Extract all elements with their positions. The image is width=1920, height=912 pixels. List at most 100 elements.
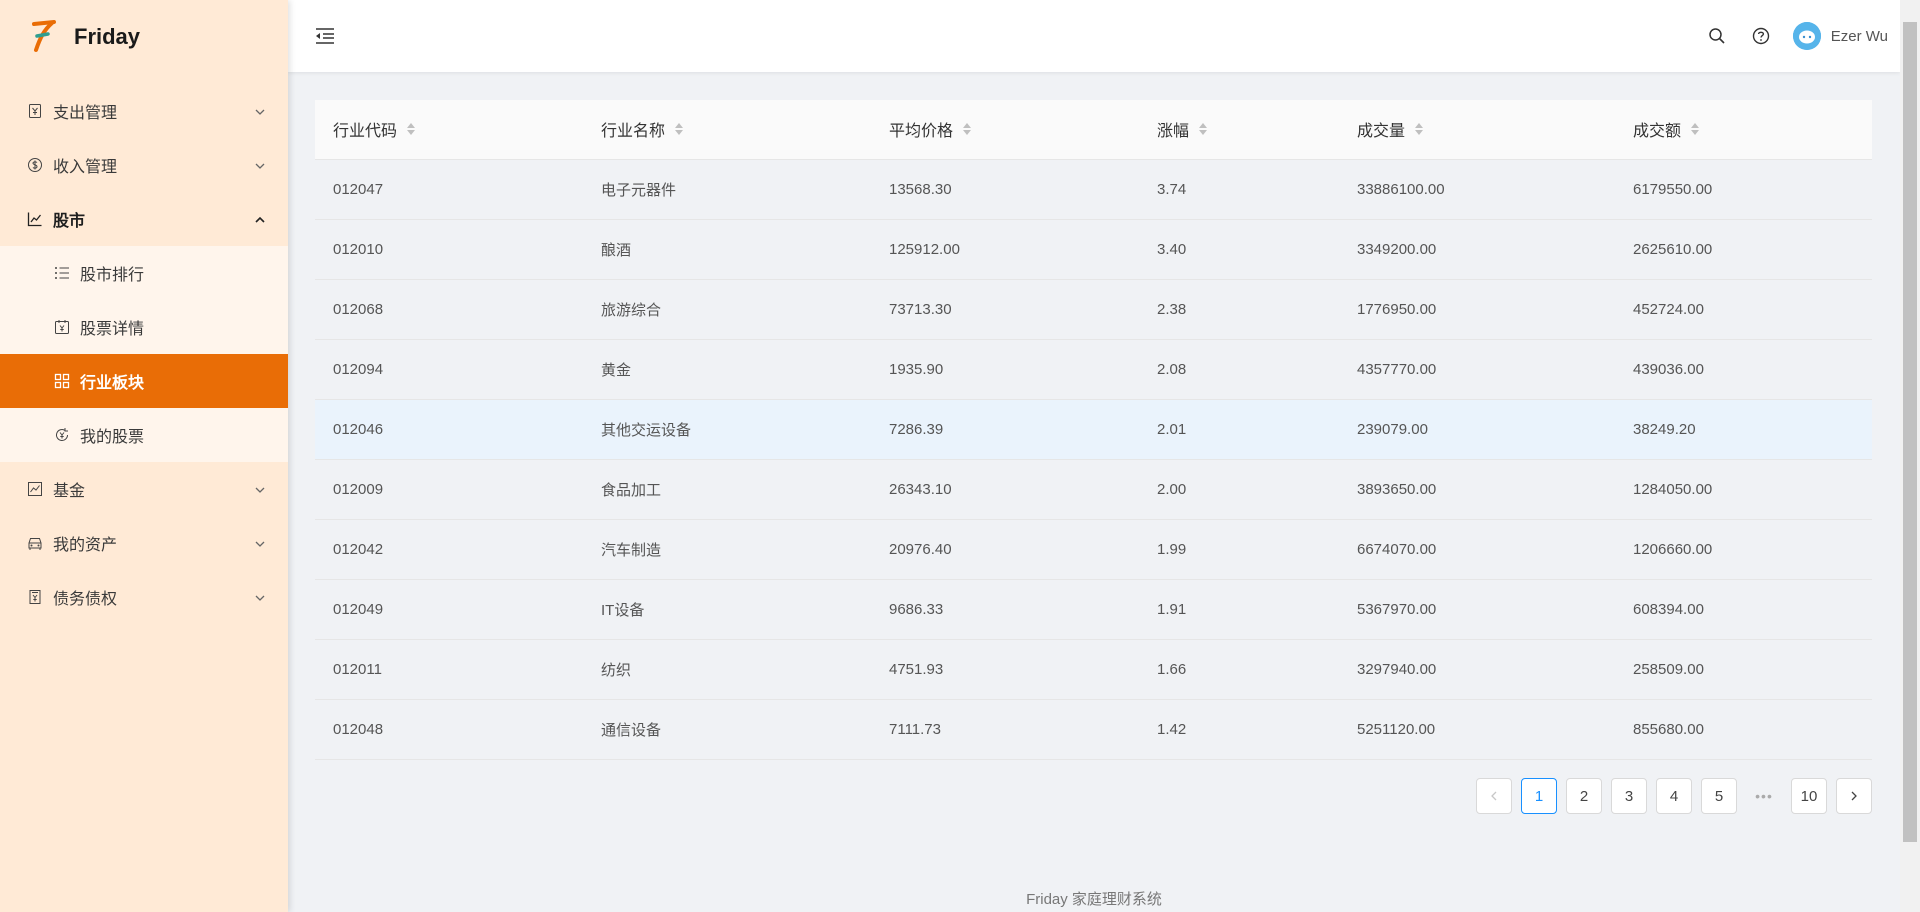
table-cell: 5251120.00 <box>1339 699 1615 760</box>
sidebar-item-income[interactable]: 收入管理 <box>0 138 288 192</box>
table-row[interactable]: 012009 食品加工 26343.10 2.00 3893650.00 1284050.… <box>315 459 1872 520</box>
table-row[interactable]: 012049 IT设备 9686.33 1.91 5367970.00 608394.00 <box>315 579 1872 640</box>
line-chart-icon <box>27 211 43 227</box>
page-5-button[interactable]: 5 <box>1701 778 1737 814</box>
sidebar-item-my-assets[interactable]: 我的资产 <box>0 516 288 570</box>
page-2-button[interactable]: 2 <box>1566 778 1602 814</box>
table-row[interactable]: 012010 酿酒 125912.00 3.40 3349200.00 2625610.0… <box>315 219 1872 280</box>
column-header-industry-name[interactable]: 行业名称 <box>583 100 871 160</box>
column-header-label: 行业名称 <box>601 123 666 141</box>
table-cell: 6179550.00 <box>1615 159 1872 220</box>
sidebar-item-label: 支出管理 <box>53 105 118 122</box>
table-cell: 012011 <box>315 639 583 700</box>
chevron-down-icon <box>254 537 266 549</box>
table-cell: 旅游综合 <box>583 279 871 340</box>
sidebar-item-stock-ranking[interactable]: 股市排行 <box>0 246 288 300</box>
menu-fold-icon[interactable] <box>314 26 336 46</box>
sidebar-item-label: 我的资产 <box>53 537 118 554</box>
friday-logo-icon <box>30 18 58 57</box>
sidebar-item-debt[interactable]: 债务债权 <box>0 570 288 624</box>
sidebar-item-stock-market[interactable]: 股市 <box>0 192 288 246</box>
sort-icon[interactable] <box>1199 122 1208 136</box>
table-cell: 33886100.00 <box>1339 159 1615 220</box>
car-icon <box>27 535 43 551</box>
table-cell: 012042 <box>315 519 583 580</box>
table-cell: 012094 <box>315 339 583 400</box>
column-header-turnover[interactable]: 成交额 <box>1615 100 1872 160</box>
sort-icon[interactable] <box>407 122 416 136</box>
table-cell: 1.91 <box>1139 579 1339 640</box>
table-cell: 855680.00 <box>1615 699 1872 760</box>
table-cell: 20976.40 <box>871 519 1139 580</box>
stock-chart-icon <box>27 481 43 497</box>
help-icon[interactable] <box>1751 26 1771 46</box>
logo[interactable]: Friday <box>0 0 288 74</box>
prev-page-button[interactable] <box>1476 778 1512 814</box>
table-cell: 1.66 <box>1139 639 1339 700</box>
next-page-button[interactable] <box>1836 778 1872 814</box>
table-cell: 食品加工 <box>583 459 871 520</box>
table-row[interactable]: 012042 汽车制造 20976.40 1.99 6674070.00 1206660.… <box>315 519 1872 580</box>
chevron-down-icon <box>254 483 266 495</box>
search-icon[interactable] <box>1707 26 1727 46</box>
table-cell: 其他交运设备 <box>583 399 871 460</box>
table-row[interactable]: 012046 其他交运设备 7286.39 2.01 239079.00 38249.20 <box>315 399 1872 460</box>
table-header-row: 行业代码 行业名称 平均价格 涨幅 成交量 成交额 <box>315 100 1872 160</box>
table-cell: 5367970.00 <box>1339 579 1615 640</box>
user-menu[interactable]: Ezer Wu <box>1792 22 1888 50</box>
table-cell: 2.38 <box>1139 279 1339 340</box>
table-cell: 3.74 <box>1139 159 1339 220</box>
table-row[interactable]: 012047 电子元器件 13568.30 3.74 33886100.00 617955… <box>315 159 1872 220</box>
sidebar-item-stock-detail[interactable]: 股票详情 <box>0 300 288 354</box>
table-cell: 3.40 <box>1139 219 1339 280</box>
column-header-industry-code[interactable]: 行业代码 <box>315 100 583 160</box>
ordered-list-icon <box>54 265 70 281</box>
sidebar-item-my-stocks[interactable]: 我的股票 <box>0 408 288 462</box>
table-cell: 012010 <box>315 219 583 280</box>
page-last-button[interactable]: 10 <box>1791 778 1827 814</box>
table-row[interactable]: 012068 旅游综合 73713.30 2.38 1776950.00 452724.0… <box>315 279 1872 340</box>
table-cell: 1.42 <box>1139 699 1339 760</box>
table-cell: 439036.00 <box>1615 339 1872 400</box>
column-header-label: 成交额 <box>1633 123 1682 141</box>
sidebar-item-label: 我的股票 <box>80 429 145 446</box>
table-cell: 2.08 <box>1139 339 1339 400</box>
scrollbar-thumb[interactable] <box>1903 22 1917 842</box>
page-ellipsis[interactable]: ••• <box>1746 788 1782 804</box>
table-row[interactable]: 012094 黄金 1935.90 2.08 4357770.00 439036.00 <box>315 339 1872 400</box>
industry-sector-table: 行业代码 行业名称 平均价格 涨幅 成交量 成交额 012047 电子元器件 135… <box>315 100 1872 760</box>
table-cell: 3349200.00 <box>1339 219 1615 280</box>
column-header-change[interactable]: 涨幅 <box>1139 100 1339 160</box>
table-cell: IT设备 <box>583 579 871 640</box>
column-header-avg-price[interactable]: 平均价格 <box>871 100 1139 160</box>
table-cell: 1.99 <box>1139 519 1339 580</box>
chevron-down-icon <box>254 591 266 603</box>
table-cell: 酿酒 <box>583 219 871 280</box>
table-cell: 4357770.00 <box>1339 339 1615 400</box>
sidebar-item-fund[interactable]: 基金 <box>0 462 288 516</box>
table-cell: 2.00 <box>1139 459 1339 520</box>
sidebar-item-expense[interactable]: 支出管理 <box>0 84 288 138</box>
page-4-button[interactable]: 4 <box>1656 778 1692 814</box>
page-scrollbar[interactable] <box>1900 0 1920 912</box>
sidebar-item-industry-sector[interactable]: 行业板块 <box>0 354 288 408</box>
chevron-up-icon <box>254 213 266 225</box>
table-cell: 1776950.00 <box>1339 279 1615 340</box>
sort-icon[interactable] <box>963 122 972 136</box>
receipt-icon <box>27 103 43 119</box>
page-3-button[interactable]: 3 <box>1611 778 1647 814</box>
column-header-label: 涨幅 <box>1157 123 1190 141</box>
table-cell: 7286.39 <box>871 399 1139 460</box>
table-cell: 3297940.00 <box>1339 639 1615 700</box>
sort-icon[interactable] <box>675 122 684 136</box>
table-row[interactable]: 012048 通信设备 7111.73 1.42 5251120.00 855680.00 <box>315 699 1872 760</box>
table-cell: 9686.33 <box>871 579 1139 640</box>
table-cell: 3893650.00 <box>1339 459 1615 520</box>
table-row[interactable]: 012011 纺织 4751.93 1.66 3297940.00 258509.00 <box>315 639 1872 700</box>
top-header: Ezer Wu <box>288 0 1900 72</box>
sort-icon[interactable] <box>1415 122 1424 136</box>
chevron-down-icon <box>254 105 266 117</box>
page-1-button[interactable]: 1 <box>1521 778 1557 814</box>
column-header-volume[interactable]: 成交量 <box>1339 100 1615 160</box>
sort-icon[interactable] <box>1691 122 1700 136</box>
